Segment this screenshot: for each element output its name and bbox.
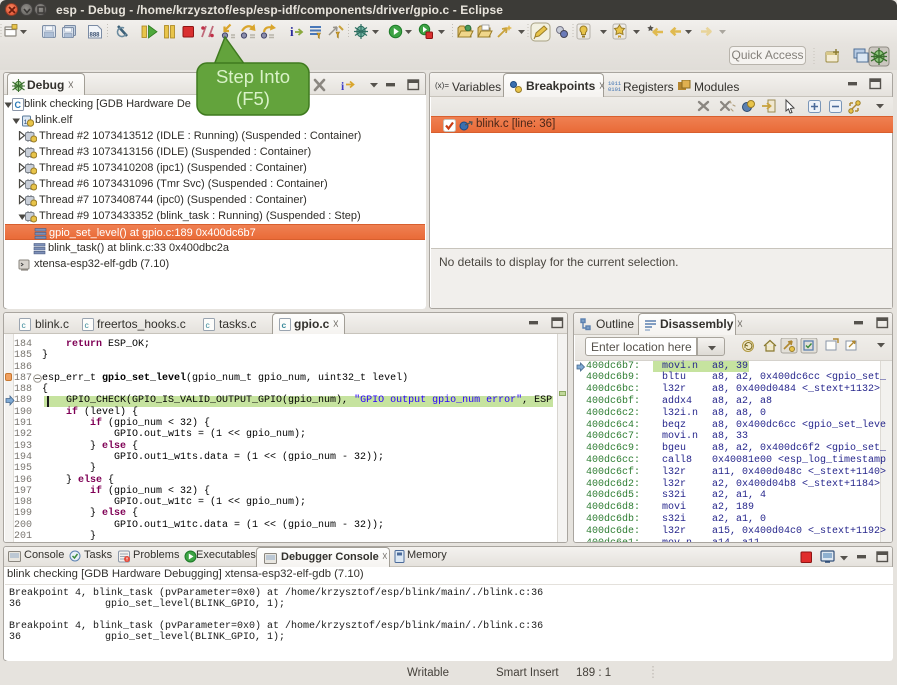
svg-text:0101: 0101 bbox=[608, 86, 622, 92]
svg-text:(x)=: (x)= bbox=[435, 81, 449, 90]
svg-text:888: 888 bbox=[90, 33, 101, 39]
svg-text:c: c bbox=[282, 320, 287, 330]
svg-text:C: C bbox=[15, 100, 22, 110]
svg-text:i: i bbox=[341, 81, 345, 93]
